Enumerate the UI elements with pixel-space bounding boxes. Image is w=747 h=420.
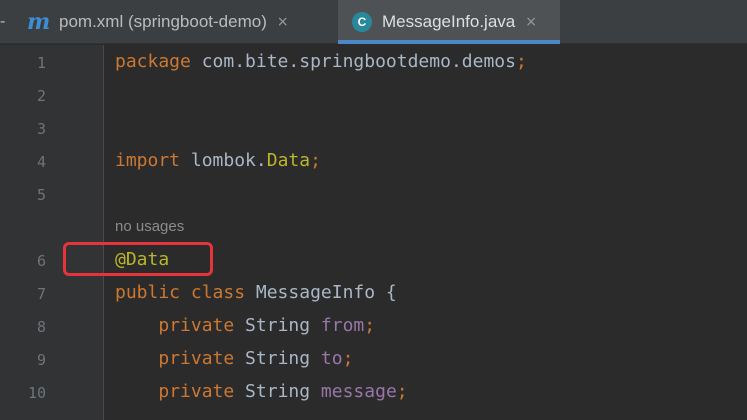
code-line-field: private String to; — [158, 348, 354, 369]
close-icon[interactable]: × — [277, 14, 289, 30]
line-number: 3 — [36, 120, 46, 138]
line-number: 1 — [36, 54, 46, 72]
code-line-field: private String message; — [158, 381, 408, 402]
line-number: 7 — [36, 285, 46, 303]
code-line-import: import lombok.Data; — [115, 150, 321, 171]
line-number: 10 — [27, 384, 46, 402]
code-line-package: package com.bite.springbootdemo.demos; — [115, 51, 527, 72]
maven-icon: m — [27, 9, 51, 35]
tab-label: pom.xml (springboot-demo) — [59, 12, 267, 31]
tab-pom-xml[interactable]: m pom.xml (springboot-demo) × — [27, 0, 333, 44]
line-number: 9 — [36, 351, 46, 369]
java-class-icon: C — [352, 12, 372, 32]
close-icon[interactable]: × — [525, 14, 537, 30]
tab-messageinfo-java[interactable]: C MessageInfo.java × — [338, 0, 560, 44]
editor-tab-bar: - m pom.xml (springboot-demo) × C Messag… — [0, 0, 747, 44]
highlight-annotation-box — [63, 242, 213, 276]
usage-hint[interactable]: no usages — [115, 217, 184, 237]
code-line-class-declaration: public class MessageInfo { — [115, 282, 397, 303]
tab-overflow-icon[interactable]: - — [0, 12, 10, 32]
tab-label: MessageInfo.java — [382, 12, 516, 31]
line-number: 4 — [36, 153, 46, 171]
line-number-gutter: 1 2 3 4 5 6 7 8 9 10 — [0, 45, 104, 420]
line-number: 2 — [36, 87, 46, 105]
code-line-field: private String from; — [158, 315, 376, 336]
line-number: 6 — [36, 252, 46, 270]
line-number: 8 — [36, 318, 46, 336]
code-editor[interactable]: package com.bite.springbootdemo.demos; i… — [105, 45, 747, 420]
line-number: 5 — [36, 186, 46, 204]
